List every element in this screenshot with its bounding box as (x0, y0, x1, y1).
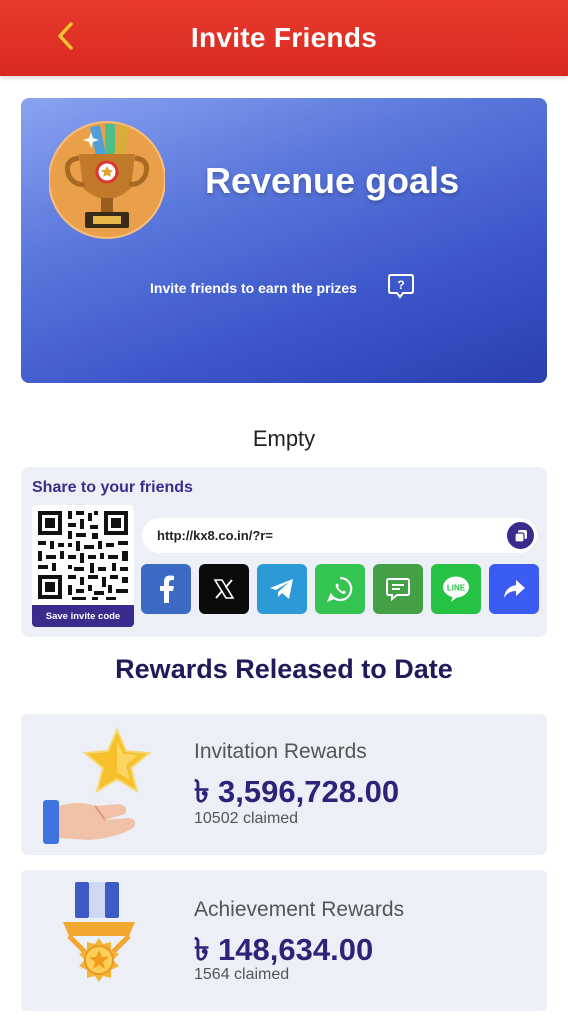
question-bubble-icon: ? (388, 274, 414, 299)
x-share-button[interactable] (199, 564, 249, 614)
hand-star-icon (43, 727, 152, 844)
achievement-rewards-card: Achievement Rewards ৳ 148,634.00 1564 cl… (21, 870, 547, 1011)
header-bar: Invite Friends (0, 0, 568, 76)
rewards-heading: Rewards Released to Date (115, 654, 453, 684)
facebook-share-button[interactable] (141, 564, 191, 614)
back-button[interactable] (48, 18, 84, 54)
message-icon (386, 578, 410, 602)
invitation-rewards-card: Invitation Rewards ৳ 3,596,728.00 10502 … (21, 714, 547, 855)
x-logo-icon (213, 579, 235, 599)
copy-link-button[interactable] (507, 522, 534, 549)
copy-icon (513, 529, 527, 543)
reward-claimed-count: 10502 claimed (194, 810, 299, 827)
revenue-goals-banner: Revenue goals Invite friends to earn the… (21, 98, 547, 383)
share-card: Share to your friends Save invite code h… (21, 467, 547, 637)
save-invite-code-button[interactable]: Save invite code (32, 605, 134, 627)
chevron-left-icon (58, 22, 73, 50)
line-icon: LINE (443, 576, 469, 602)
social-share-row: LINE (141, 564, 539, 614)
invite-link-field[interactable]: http://kx8.co.in/?r= (142, 518, 537, 553)
reward-title: Invitation Rewards (194, 740, 367, 763)
sms-share-button[interactable] (373, 564, 423, 614)
telegram-share-button[interactable] (257, 564, 307, 614)
whatsapp-share-button[interactable] (315, 564, 365, 614)
banner-title: Revenue goals (205, 160, 460, 201)
qr-code: Save invite code (32, 505, 134, 627)
share-arrow-icon (504, 580, 525, 598)
whatsapp-icon (327, 576, 353, 602)
share-title: Share to your friends (32, 479, 193, 496)
more-share-button[interactable] (489, 564, 539, 614)
telegram-icon (270, 579, 293, 599)
reward-title: Achievement Rewards (194, 898, 405, 921)
medal-icon (63, 882, 135, 982)
help-button[interactable]: ? (387, 273, 415, 299)
empty-state-text: Empty (252, 426, 316, 451)
page-title: Invite Friends (190, 22, 378, 53)
trophy-icon (48, 118, 166, 248)
banner-subtitle: Invite friends to earn the prizes (150, 280, 357, 296)
facebook-icon (160, 575, 174, 603)
invite-link-text: http://kx8.co.in/?r= (157, 528, 273, 543)
reward-claimed-count: 1564 claimed (194, 966, 290, 983)
line-share-button[interactable]: LINE (431, 564, 481, 614)
svg-text:LINE: LINE (447, 584, 466, 593)
svg-text:?: ? (397, 278, 404, 292)
qr-code-icon (32, 505, 134, 605)
